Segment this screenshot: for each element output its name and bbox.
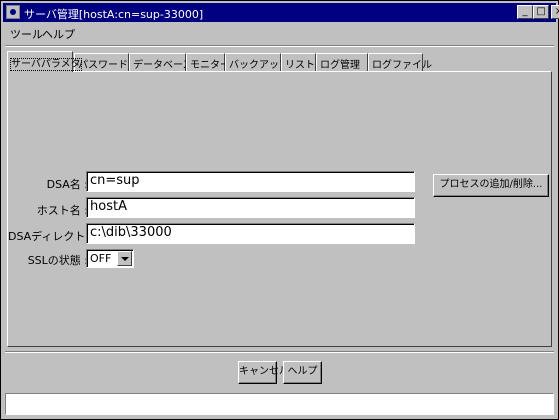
maximize-button[interactable]: □ — [533, 5, 549, 19]
status-bar — [5, 393, 554, 415]
menu-tools[interactable]: ツール — [10, 26, 43, 42]
dsa-name-input[interactable]: cn=sup — [86, 171, 415, 192]
host-name-input[interactable]: hostA — [86, 197, 415, 218]
tab-database[interactable]: データベース — [129, 53, 193, 71]
dsa-name-label: DSA名 : — [46, 178, 88, 191]
host-name-label: ホスト名 : — [36, 204, 88, 217]
title-bar[interactable]: サーバ管理[hostA:cn=sup-33000] _ □ × — [3, 3, 559, 22]
dsa-directory-label: DSAディレクトリ : — [8, 230, 104, 243]
menu-bar: ツール ヘルプ — [3, 23, 556, 43]
menu-help[interactable]: ヘルプ — [42, 26, 75, 42]
window-title: サーバ管理[hostA:cn=sup-33000] — [24, 8, 204, 21]
tab-monitor[interactable]: モニター — [186, 53, 230, 71]
process-add-remove-button[interactable]: プロセスの追加/削除... — [433, 174, 549, 197]
main-window: サーバ管理[hostA:cn=sup-33000] _ □ × ツール ヘルプ … — [0, 0, 559, 420]
ssl-state-label: SSLの状態 : — [27, 254, 88, 267]
cancel-button[interactable]: キャンセル — [238, 361, 289, 384]
ssl-state-select[interactable]: OFF — [86, 249, 134, 268]
footer-separator — [5, 351, 554, 353]
tab-log-file[interactable]: ログファイル — [368, 53, 432, 71]
tab-log-management[interactable]: ログ管理 — [316, 53, 368, 71]
app-icon — [6, 5, 20, 19]
ssl-state-value: OFF — [90, 252, 112, 265]
chevron-down-icon[interactable] — [117, 251, 132, 266]
tab-restore[interactable]: リストア — [281, 53, 325, 71]
menu-separator — [5, 45, 554, 47]
tab-password[interactable]: パスワード — [74, 53, 129, 71]
close-button[interactable]: × — [551, 5, 559, 19]
dsa-directory-input[interactable]: c:\dib\33000 — [86, 223, 415, 244]
tab-server-params[interactable]: サーバパラメタ — [7, 51, 82, 72]
help-button[interactable]: ヘルプ — [283, 361, 322, 384]
server-params-panel: DSA名 : cn=sup ホスト名 : hostA DSAディレクトリ : c… — [7, 71, 552, 347]
tab-backup[interactable]: バックアップ — [225, 53, 289, 71]
minimize-button[interactable]: _ — [517, 5, 533, 19]
